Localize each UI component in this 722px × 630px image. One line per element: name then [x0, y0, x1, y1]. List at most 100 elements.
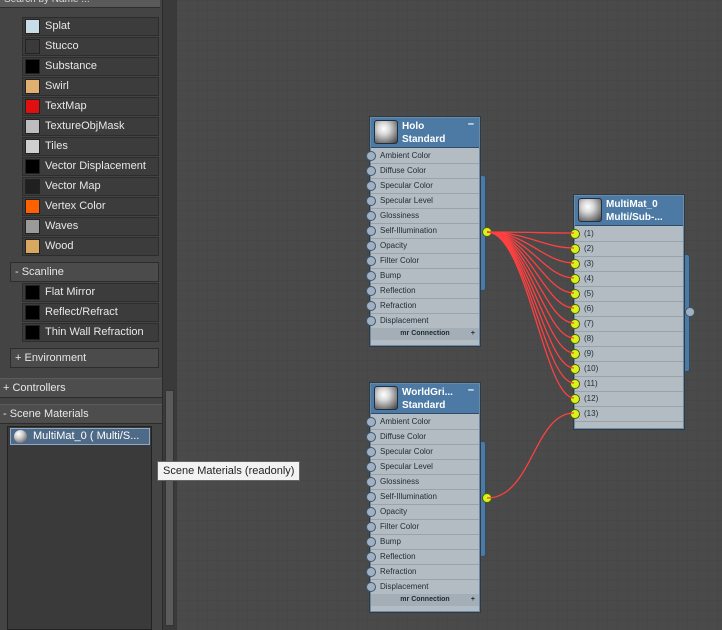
map-item[interactable]: Stucco [22, 37, 159, 56]
map-item[interactable]: Substance [22, 57, 159, 76]
slot-worldgrid[interactable]: Filter Color [366, 520, 479, 535]
input-socket[interactable] [366, 286, 376, 296]
map-item[interactable]: Vector Displacement [22, 157, 159, 176]
scene-materials-section-header[interactable]: - Scene Materials [0, 404, 162, 424]
input-socket[interactable] [366, 181, 376, 191]
collapse-icon[interactable]: – [468, 384, 474, 396]
slot-multimat[interactable]: (10) [570, 362, 683, 377]
input-socket[interactable] [366, 462, 376, 472]
slot-multimat[interactable]: (4) [570, 272, 683, 287]
multimat-material-node[interactable]: MultiMat_0 Multi/Sub-... (1) (2) (3) (4) (5)… [570, 195, 684, 429]
slot-multimat[interactable]: (11) [570, 377, 683, 392]
map-item[interactable]: Waves [22, 217, 159, 236]
input-socket[interactable] [366, 316, 376, 326]
search-input[interactable]: Search by Name ... [0, 0, 160, 8]
input-socket[interactable] [570, 409, 580, 419]
mr-connection-footer[interactable]: mr Connection + [371, 328, 479, 340]
slot-worldgrid[interactable]: Specular Color [366, 445, 479, 460]
slot-multimat[interactable]: (13) [570, 407, 683, 422]
input-socket[interactable] [570, 229, 580, 239]
input-socket[interactable] [366, 567, 376, 577]
input-socket[interactable] [366, 166, 376, 176]
input-socket[interactable] [366, 211, 376, 221]
slot-holo[interactable]: Specular Color [366, 179, 479, 194]
slot-multimat[interactable]: (7) [570, 317, 683, 332]
input-socket[interactable] [570, 304, 580, 314]
holo-material-node[interactable]: Holo Standard – Ambient Color Diffuse Col… [366, 117, 480, 346]
slot-holo[interactable]: Opacity [366, 239, 479, 254]
slot-worldgrid[interactable]: Self-Illumination [366, 490, 479, 505]
environment-group-header[interactable]: + Environment [10, 348, 159, 368]
map-item[interactable]: Vector Map [22, 177, 159, 196]
expand-icon[interactable]: + [471, 594, 475, 606]
holo-output-socket[interactable] [482, 227, 492, 237]
slot-holo[interactable]: Filter Color [366, 254, 479, 269]
map-item[interactable]: Vertex Color [22, 197, 159, 216]
slot-worldgrid[interactable]: Ambient Color [366, 415, 479, 430]
slot-multimat[interactable]: (6) [570, 302, 683, 317]
slot-holo[interactable]: Diffuse Color [366, 164, 479, 179]
node-header[interactable]: WorldGri... Standard – [371, 384, 479, 414]
slot-multimat[interactable]: (2) [570, 242, 683, 257]
browser-scrollbar[interactable] [162, 0, 178, 630]
slot-worldgrid[interactable]: Opacity [366, 505, 479, 520]
slot-holo[interactable]: Bump [366, 269, 479, 284]
map-item[interactable]: Swirl [22, 77, 159, 96]
input-socket[interactable] [570, 319, 580, 329]
worldgrid-material-node[interactable]: WorldGri... Standard – Ambient Color Diff… [366, 383, 480, 612]
slot-multimat[interactable]: (5) [570, 287, 683, 302]
input-socket[interactable] [366, 241, 376, 251]
input-socket[interactable] [570, 364, 580, 374]
slot-multimat[interactable]: (12) [570, 392, 683, 407]
slot-holo[interactable]: Displacement [366, 314, 479, 329]
input-socket[interactable] [366, 477, 376, 487]
map-item[interactable]: Splat [22, 17, 159, 36]
expand-icon[interactable]: + [471, 328, 475, 340]
mr-connection-footer[interactable]: mr Connection + [371, 594, 479, 606]
worldgrid-output-socket[interactable] [482, 493, 492, 503]
slot-worldgrid[interactable]: Glossiness [366, 475, 479, 490]
slot-multimat[interactable]: (1) [570, 227, 683, 242]
scrollbar-thumb[interactable] [165, 390, 174, 626]
slot-holo[interactable]: Self-Illumination [366, 224, 479, 239]
scanline-map-item[interactable]: Thin Wall Refraction [22, 323, 159, 342]
input-socket[interactable] [366, 151, 376, 161]
input-socket[interactable] [570, 379, 580, 389]
input-socket[interactable] [366, 256, 376, 266]
slot-multimat[interactable]: (8) [570, 332, 683, 347]
input-socket[interactable] [570, 349, 580, 359]
slot-worldgrid[interactable]: Displacement [366, 580, 479, 595]
input-socket[interactable] [366, 432, 376, 442]
input-socket[interactable] [366, 447, 376, 457]
input-socket[interactable] [366, 507, 376, 517]
collapse-icon[interactable]: – [468, 118, 474, 130]
slot-holo[interactable]: Ambient Color [366, 149, 479, 164]
scene-material-item[interactable]: MultiMat_0 ( Multi/S... [10, 428, 150, 445]
slot-worldgrid[interactable]: Refraction [366, 565, 479, 580]
input-socket[interactable] [570, 289, 580, 299]
map-item[interactable]: Tiles [22, 137, 159, 156]
input-socket[interactable] [570, 334, 580, 344]
input-socket[interactable] [366, 492, 376, 502]
multimat-output-socket[interactable] [685, 307, 695, 317]
input-socket[interactable] [366, 301, 376, 311]
input-socket[interactable] [366, 226, 376, 236]
node-header[interactable]: Holo Standard – [371, 118, 479, 148]
input-socket[interactable] [570, 274, 580, 284]
node-header[interactable]: MultiMat_0 Multi/Sub-... [575, 196, 683, 226]
slate-node-view[interactable]: Holo Standard – Ambient Color Diffuse Col… [177, 0, 722, 630]
slot-multimat[interactable]: (9) [570, 347, 683, 362]
slot-worldgrid[interactable]: Specular Level [366, 460, 479, 475]
input-socket[interactable] [366, 552, 376, 562]
slot-holo[interactable]: Glossiness [366, 209, 479, 224]
scanline-group-header[interactable]: - Scanline [10, 262, 159, 282]
input-socket[interactable] [366, 537, 376, 547]
input-socket[interactable] [366, 271, 376, 281]
input-socket[interactable] [366, 522, 376, 532]
map-item[interactable]: Wood [22, 237, 159, 256]
slot-worldgrid[interactable]: Diffuse Color [366, 430, 479, 445]
input-socket[interactable] [570, 244, 580, 254]
slot-holo[interactable]: Specular Level [366, 194, 479, 209]
slot-worldgrid[interactable]: Reflection [366, 550, 479, 565]
map-item[interactable]: TextMap [22, 97, 159, 116]
